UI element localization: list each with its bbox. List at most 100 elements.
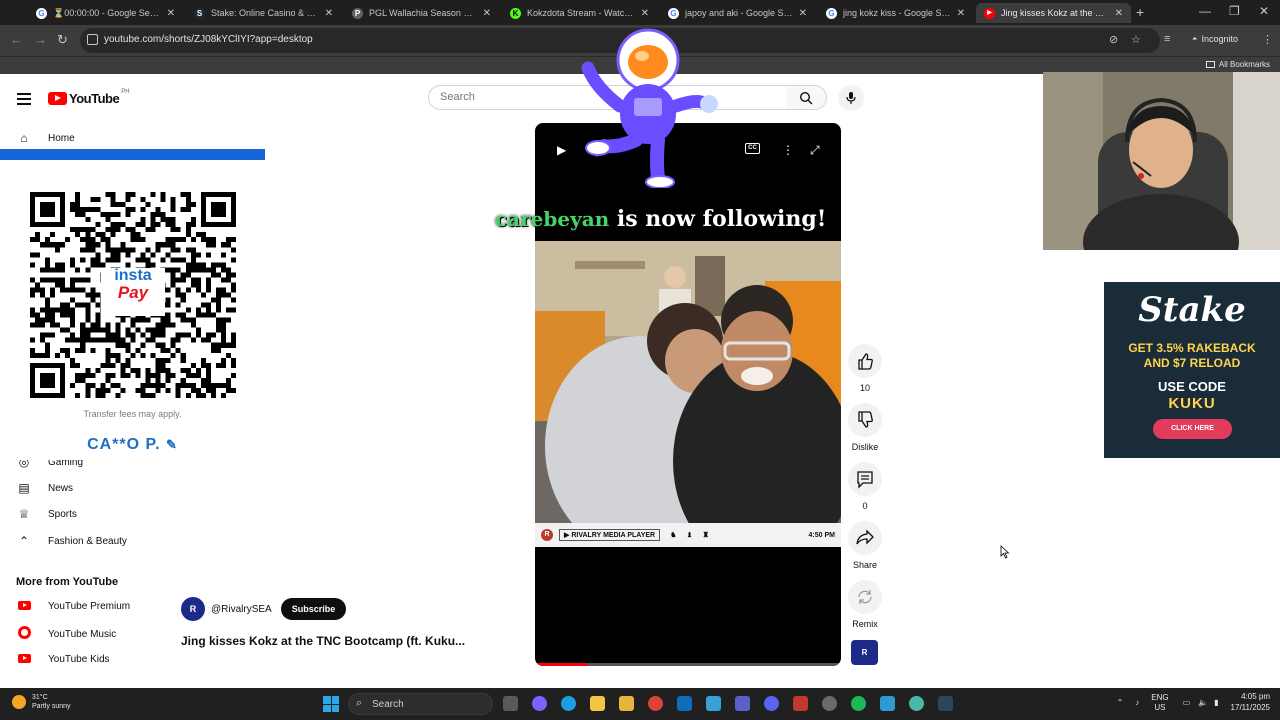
close-tab-icon[interactable]: ✕ <box>483 8 491 19</box>
sidebar-item-youtube-music[interactable]: YouTube Music <box>16 626 116 642</box>
sidebar-item-label: YouTube Music <box>48 628 117 640</box>
weather-widget[interactable]: 31°C Partly sunny <box>12 693 71 711</box>
browser-tab[interactable]: P PGL Wallachia Season 6 - Liquipedia ✕ <box>344 3 499 23</box>
close-tab-icon[interactable]: ✕ <box>167 8 175 19</box>
close-tab-icon[interactable]: ✕ <box>641 8 649 19</box>
browser-tab[interactable]: S Stake: Online Casino & Sports Betting … <box>186 3 341 23</box>
shorts-player[interactable]: ▶ 🔈 CC ⋮ ⤢ R ▶ RIVALRY MEDIA PLAYER ♞ ♝ <box>535 123 841 666</box>
language-indicator[interactable]: ENG US <box>1151 693 1168 712</box>
taskbar-search[interactable]: ⌕ Search <box>348 693 493 715</box>
edge-icon[interactable] <box>561 696 576 711</box>
teams-icon[interactable] <box>735 696 750 711</box>
sidebar-item-news[interactable]: ▤ News <box>16 481 73 495</box>
sidebar-item-label: YouTube Kids <box>48 653 110 665</box>
pencil-icon: ✎ <box>166 437 178 452</box>
channel-handle[interactable]: @RivalrySEA <box>211 604 272 615</box>
browser-tab-active[interactable]: ▶ Jing kisses Kokz at the TNC Bootcamp ✕ <box>976 3 1131 23</box>
back-icon[interactable]: ← <box>10 32 23 47</box>
video-progress-bar[interactable] <box>535 663 841 666</box>
transfer-fee-note: Transfer fees may apply. <box>83 409 182 419</box>
notepad-icon[interactable] <box>880 696 895 711</box>
app-icon[interactable] <box>909 696 924 711</box>
sidebar-item-youtube-premium[interactable]: YouTube Premium <box>16 599 130 613</box>
browser-tab[interactable]: G jing kokz kiss - Google Search ✕ <box>818 3 973 23</box>
close-tab-icon[interactable]: ✕ <box>957 8 965 19</box>
sidebar-item-fashion-beauty[interactable]: ⌃ Fashion & Beauty <box>16 534 127 548</box>
app-icon[interactable] <box>822 696 837 711</box>
short-title[interactable]: Jing kisses Kokz at the TNC Bootcamp (ft… <box>181 634 465 648</box>
network-icon[interactable]: ▭ <box>1183 698 1191 707</box>
share-label: Share <box>852 560 878 570</box>
volume-icon[interactable]: 🔈 <box>1198 698 1208 707</box>
close-tab-icon[interactable]: ✕ <box>1115 8 1123 19</box>
copilot-icon[interactable] <box>532 696 547 711</box>
channel-avatar[interactable]: R <box>181 597 205 621</box>
store-icon[interactable] <box>619 696 634 711</box>
browser-tab[interactable]: G ⏳00:00:00 - Google Search ✕ <box>28 3 183 23</box>
discord-icon[interactable] <box>764 696 779 711</box>
microphone-icon[interactable]: ♪ <box>1135 698 1139 707</box>
sidebar-item-sports[interactable]: ♕ Sports <box>16 507 77 521</box>
more-options-icon[interactable]: ⋮ <box>782 143 794 157</box>
incognito-eye-off-icon[interactable]: ⊘ <box>1109 33 1118 46</box>
video-frame <box>535 241 841 547</box>
youtube-logo[interactable]: YouTube PH <box>48 89 130 106</box>
restore-icon[interactable]: ❐ <box>1229 4 1240 18</box>
search-button[interactable] <box>786 85 827 110</box>
clock[interactable]: 4:05 pm 17/11/2025 <box>1231 692 1270 714</box>
astronaut-sticker <box>581 28 718 188</box>
fullscreen-icon[interactable]: ⤢ <box>810 143 820 158</box>
app-icon[interactable] <box>706 696 721 711</box>
windows-start-icon[interactable] <box>323 696 339 712</box>
minimize-icon[interactable]: — <box>1199 4 1211 18</box>
subscribe-button[interactable]: Subscribe <box>280 598 347 620</box>
close-window-icon[interactable]: ✕ <box>1259 4 1269 18</box>
share-button[interactable]: Share <box>848 521 882 570</box>
sidebar-item-home[interactable]: ⌂ Home <box>16 131 74 145</box>
sidebar-item-youtube-kids[interactable]: YouTube Kids <box>16 652 110 666</box>
share-arrow-icon <box>848 521 882 555</box>
menu-kebab-icon[interactable]: ⋮ <box>1262 33 1273 46</box>
forward-icon[interactable]: → <box>34 32 47 47</box>
voice-search-button[interactable] <box>838 85 864 111</box>
tab-search-icon[interactable]: ≡ <box>1164 33 1170 45</box>
microphone-icon <box>846 92 856 104</box>
chrome-icon[interactable] <box>648 696 663 711</box>
remix-button[interactable]: Remix <box>848 580 882 629</box>
reload-icon[interactable]: ↻ <box>57 32 68 48</box>
close-tab-icon[interactable]: ✕ <box>799 8 807 19</box>
closed-captions-icon[interactable]: CC <box>745 143 760 154</box>
app-icon[interactable] <box>793 696 808 711</box>
video-progress-fill <box>535 663 588 666</box>
stake-favicon-icon: S <box>194 7 205 19</box>
keyboard-layout: US <box>1154 702 1166 712</box>
account-name-text: CA**O P. <box>87 436 161 453</box>
comments-button[interactable]: 0 <box>848 462 882 511</box>
follow-alert-text: is now following! <box>616 206 827 232</box>
show-hidden-icons-icon[interactable]: ⌃ <box>1117 698 1124 707</box>
dislike-button[interactable]: Dislike <box>848 403 882 452</box>
steam-icon[interactable] <box>938 696 953 711</box>
tab-label: Kokzdota Stream - Watch Live on Kick <box>527 8 635 18</box>
site-info-icon[interactable] <box>87 34 98 45</box>
all-bookmarks-button[interactable]: All Bookmarks <box>1205 60 1270 69</box>
tab-label: PGL Wallachia Season 6 - Liquipedia <box>369 8 477 18</box>
hero-icon: ♜ <box>702 532 709 539</box>
hamburger-menu-icon[interactable] <box>17 93 31 108</box>
outlook-icon[interactable] <box>677 696 692 711</box>
partly-sunny-icon <box>12 695 26 710</box>
like-button[interactable]: 10 <box>848 344 882 393</box>
account-name: CA**O P. ✎ <box>0 436 265 454</box>
spotify-icon[interactable] <box>851 696 866 711</box>
file-explorer-icon[interactable] <box>590 696 605 711</box>
stake-ad-banner[interactable]: Stake GET 3.5% RAKEBACK AND $7 RELOAD US… <box>1104 282 1280 458</box>
stake-click-here-button[interactable]: CLICK HERE <box>1153 419 1232 439</box>
incognito-badge[interactable]: ◓ Incognito <box>1192 34 1238 44</box>
bookmark-star-icon[interactable]: ☆ <box>1131 33 1141 46</box>
close-tab-icon[interactable]: ✕ <box>325 8 333 19</box>
task-view-icon[interactable] <box>503 696 518 711</box>
channel-thumbnail[interactable]: R <box>851 640 878 665</box>
battery-icon[interactable]: ▮ <box>1214 698 1218 707</box>
play-icon[interactable]: ▶ <box>557 143 566 157</box>
new-tab-icon[interactable]: + <box>1136 4 1144 20</box>
